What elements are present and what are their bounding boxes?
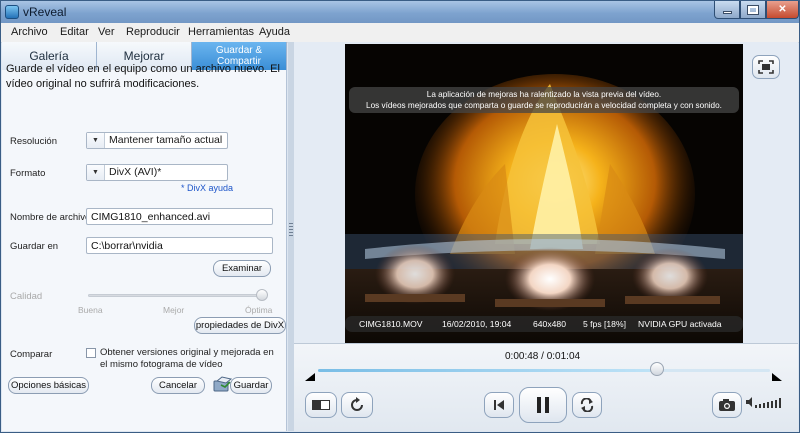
fullscreen-icon [758,60,774,74]
previous-frame-icon [494,400,504,410]
cancel-button[interactable]: Cancelar [151,377,205,394]
basic-options-button[interactable]: Opciones básicas [8,377,89,394]
menu-editar[interactable]: Editar [60,26,89,38]
seek-thumb[interactable] [650,362,664,376]
tab-mejorar-label: Mejorar [123,49,165,63]
video-filename: CIMG1810.MOV [359,319,423,329]
compare-view-icon [312,400,330,410]
chevron-down-icon: ▼ [87,165,105,180]
filename-input[interactable]: CIMG1810_enhanced.avi [86,208,273,225]
menu-bar: Archivo Editar Ver Reproducir Herramient… [1,23,799,43]
minimize-button[interactable] [714,1,740,19]
resolution-label: Resolución [10,136,57,147]
quality-tick-buena: Buena [78,305,103,315]
close-icon: ✕ [778,4,787,15]
resolution-value: Mantener tamaño actual [109,134,223,146]
previous-frame-button[interactable] [484,392,514,418]
pause-button[interactable] [519,387,567,423]
window-title: vReveal [23,5,67,19]
quality-tick-mejor: Mejor [163,305,185,315]
rotate-button[interactable] [341,392,373,418]
trim-end-marker[interactable] [772,373,782,381]
maximize-button[interactable] [740,1,766,19]
playback-time: 0:00:48 / 0:01:04 [505,351,581,362]
banner-line-1: La aplicación de mejoras ha ralentizado … [426,90,662,99]
trim-start-marker[interactable] [305,373,315,381]
video-date: 16/02/2010, 19:04 [442,319,512,329]
format-value: DivX (AVI)* [109,166,162,178]
save-share-panel: Galería Mejorar Guardar & Compartir Guar… [2,42,287,431]
compare-checkbox-text: Obtener versiones original y mejorada en… [100,347,274,370]
intro-text: Guarde el vídeo en el equipo como un arc… [6,63,280,90]
video-resolution: 640x480 [533,319,566,329]
gpu-status: NVIDIA GPU activada [638,319,722,329]
volume-icon[interactable] [746,396,786,408]
format-label: Formato [10,168,46,179]
filename-label: Nombre de archivo [10,212,91,223]
snapshot-button[interactable] [712,392,742,418]
close-button[interactable]: ✕ [766,1,799,19]
quality-tick-optima: Óptima [245,305,273,315]
rotate-icon [351,397,363,411]
save-button[interactable]: Guardar [230,377,272,394]
app-logo-icon [5,5,19,19]
compare-label: Comparar [10,349,53,360]
resolution-select[interactable]: ▼ Mantener tamaño actual [86,132,228,149]
loop-button[interactable] [572,392,602,418]
title-bar: vReveal ✕ [1,1,799,23]
pause-icon [537,397,549,413]
menu-ayuda[interactable]: Ayuda [259,26,290,38]
snapshot-camera-icon [719,399,735,411]
maximize-icon [747,4,759,15]
compare-checkbox[interactable] [86,348,96,358]
quality-slider-thumb [256,289,268,301]
quality-slider-track [88,294,264,297]
browse-button[interactable]: Examinar [213,260,271,277]
save-in-label: Guardar en [10,241,59,252]
seek-bar[interactable] [318,369,770,372]
divx-properties-button[interactable]: propiedades de DivX [194,317,286,334]
minimize-icon [722,11,732,14]
loop-icon [580,398,594,412]
save-path-input[interactable]: C:\borrar\nvidia [86,237,273,254]
menu-reproducir[interactable]: Reproducir [126,26,180,38]
chevron-down-icon: ▼ [87,133,105,148]
splitter-grip[interactable] [289,223,293,237]
menu-herramientas[interactable]: Herramientas [188,26,254,38]
video-info-bar: CIMG1810.MOV 16/02/2010, 19:04 640x480 5… [345,316,743,332]
fullscreen-button[interactable] [752,55,780,79]
video-preview[interactable]: La aplicación de mejoras ha ralentizado … [345,44,743,344]
menu-archivo[interactable]: Archivo [11,26,48,38]
menu-ver[interactable]: Ver [98,26,115,38]
format-select[interactable]: ▼ DivX (AVI)* [86,164,228,181]
divx-help-link[interactable]: * DivX ayuda [181,183,233,193]
banner-line-2: Los vídeos mejorados que comparta o guar… [366,101,722,110]
quality-label: Calidad [10,291,43,302]
tab-galeria-label: Galería [29,49,69,63]
video-fps: 5 fps [18%] [583,319,626,329]
compare-view-button[interactable] [305,392,337,418]
slowdown-notice-banner: La aplicación de mejoras ha ralentizado … [349,87,739,113]
